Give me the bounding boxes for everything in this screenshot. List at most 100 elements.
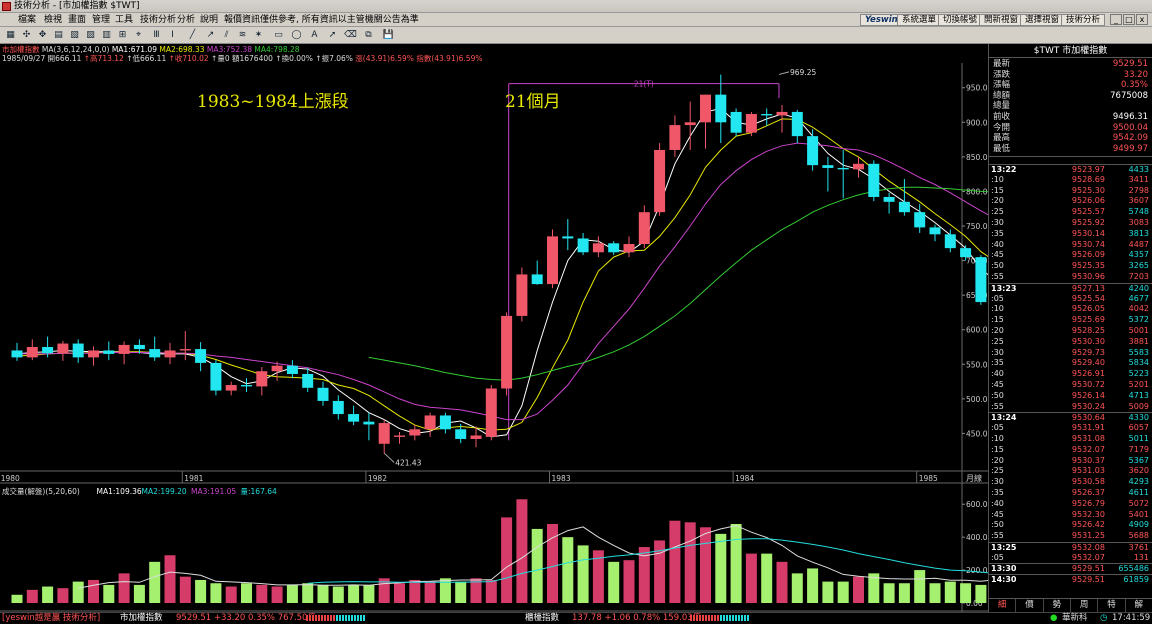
candle-body	[791, 111, 803, 137]
tick-row: :35 9529.40 5834	[989, 358, 1152, 369]
arrow-tool-icon[interactable]: ➚	[326, 29, 339, 41]
candle-body	[256, 371, 268, 387]
ellipse-tool-icon[interactable]: ◯	[290, 29, 303, 41]
quote-stat-label: 總額	[993, 90, 1011, 101]
panel-tab[interactable]: 特	[1098, 599, 1126, 612]
tick-volume: 7203	[1128, 271, 1149, 281]
panel-tab[interactable]: 價	[1016, 599, 1044, 612]
quote-stat-label: 前收	[993, 111, 1011, 122]
menu-tools[interactable]: 工具	[115, 13, 133, 27]
price-volume-chart[interactable]: 950.00900.00850.00800.00750.00700.00650.…	[0, 63, 988, 612]
copy-icon[interactable]: ⧉	[362, 29, 375, 41]
crosshair-icon[interactable]: ✣	[20, 29, 33, 41]
tick-price: 9530.24	[1071, 401, 1105, 411]
panel-tab[interactable]: 細	[989, 599, 1017, 612]
select-icon[interactable]: ⌖	[132, 29, 145, 41]
menu-technical[interactable]: 技術分析	[140, 13, 176, 27]
info-segment: ↑振7.06%	[315, 54, 356, 63]
close-button[interactable]: x	[1136, 14, 1148, 25]
table-icon[interactable]: ▦	[4, 29, 17, 41]
info-segment: 市加權指數	[2, 45, 40, 54]
quote-stat-row: 最低 9499.97	[993, 144, 1148, 155]
panel-tab[interactable]: 解	[1126, 599, 1152, 612]
pan-icon[interactable]: ✥	[36, 29, 49, 41]
compare-icon[interactable]: ▨	[84, 29, 97, 41]
tick-price: 9530.96	[1071, 271, 1105, 281]
panel-tab[interactable]: 勢	[1044, 599, 1071, 612]
quote-stat-value: 9500.04	[1112, 122, 1148, 133]
fib-tool-icon[interactable]: ≋	[236, 29, 249, 41]
sheet-icon[interactable]: ▤	[52, 29, 65, 41]
tick-row: 14:30 9529.51 61859	[989, 574, 1152, 585]
candle-style-icon[interactable]: Ⅰ	[166, 29, 179, 41]
tick-time: :50	[991, 261, 1004, 271]
menu-screen[interactable]: 畫面	[68, 13, 86, 27]
tick-time: :20	[991, 325, 1004, 335]
taiex-values: 9529.51 +33.20 0.35% 767.50億	[176, 613, 316, 623]
candle-body	[11, 350, 23, 358]
tick-price: 9530.72	[1071, 379, 1105, 389]
tick-volume: 4611	[1128, 487, 1149, 497]
line-tool-icon[interactable]: ╱	[186, 29, 199, 41]
zoom-icon[interactable]: ⊞	[116, 29, 129, 41]
quote-stat-row: 漲跌 33.20	[993, 70, 1148, 81]
volume-bar	[577, 545, 589, 603]
tick-row: :40 9526.79 5072	[989, 499, 1152, 510]
candle-body	[241, 385, 252, 387]
tick-time: :30	[991, 347, 1004, 357]
quote-stat-value: 9529.51	[1112, 59, 1148, 69]
time-tick-label: 1982	[368, 474, 387, 483]
menu-bar: 檔案 檢視 畫面 管理 工具 技術分析 分析 說明 報價資訊僅供參考, 所有資訊…	[0, 13, 1152, 27]
candle-body	[179, 349, 191, 351]
candle-body	[394, 435, 405, 437]
candle-body	[72, 343, 84, 358]
quote-stat-value: 7675008	[1110, 90, 1148, 101]
volume-bar	[531, 528, 543, 603]
tick-price: 9530.58	[1071, 477, 1105, 487]
candle-body	[317, 387, 329, 401]
maximize-button[interactable]: □	[1123, 14, 1135, 25]
tick-list[interactable]: 13:22 9523.97 4433:10 9528.69 3411:15 9525.30…	[989, 164, 1152, 596]
menu-view[interactable]: 檢視	[44, 13, 62, 27]
minimize-button[interactable]: _	[1110, 14, 1122, 25]
volume-bar	[164, 555, 176, 603]
candle-body	[975, 257, 987, 303]
bar-style-icon[interactable]: Ⅲ	[150, 29, 163, 41]
menu-help[interactable]: 說明	[200, 13, 218, 27]
gann-tool-icon[interactable]: ✶	[252, 29, 265, 41]
tick-volume: 5001	[1128, 325, 1149, 335]
range-bracket-label: 21(T)	[634, 80, 654, 89]
select-window-button[interactable]: 選擇視窗	[1020, 14, 1065, 26]
tick-volume: 6057	[1128, 423, 1149, 433]
system-menu-button[interactable]: 系統選單	[897, 14, 942, 26]
tick-price: 9531.91	[1071, 423, 1105, 433]
tick-time: :30	[991, 217, 1004, 227]
channel-tool-icon[interactable]: ⫽	[220, 29, 233, 41]
candle-body	[485, 388, 497, 437]
candle-body	[761, 114, 773, 116]
tick-volume: 4357	[1128, 250, 1149, 260]
grid-icon[interactable]: ▧	[68, 29, 81, 41]
clock-icon: ◷	[1100, 613, 1108, 623]
tick-volume: 5834	[1128, 358, 1149, 368]
candle-body	[807, 136, 819, 166]
tick-price: 9526.37	[1071, 487, 1105, 497]
menu-file[interactable]: 檔案	[18, 13, 36, 27]
new-window-button[interactable]: 開新視窗	[979, 14, 1024, 26]
panel-tab[interactable]: 周	[1071, 599, 1099, 612]
menu-manage[interactable]: 管理	[92, 13, 110, 27]
rect-tool-icon[interactable]: ▭	[272, 29, 285, 41]
ray-tool-icon[interactable]: ↗	[204, 29, 217, 41]
price-tick-label: 900.00	[966, 118, 988, 127]
menu-analysis[interactable]: 分析	[177, 13, 195, 27]
quote-stat-row: 最新 9529.51	[993, 59, 1148, 70]
tick-volume: 5372	[1128, 315, 1149, 325]
tick-row: :55 9530.96 7203	[989, 272, 1152, 283]
technical-analysis-button[interactable]: 技術分析	[1061, 14, 1106, 26]
info-segment: ↑低666.11	[126, 54, 169, 63]
columns-icon[interactable]: ▥	[100, 29, 113, 41]
save-icon[interactable]: 💾	[382, 29, 395, 41]
text-tool-icon[interactable]: A	[308, 29, 321, 41]
switch-account-button[interactable]: 切換帳號	[938, 14, 983, 26]
eraser-icon[interactable]: ⌫	[344, 29, 357, 41]
